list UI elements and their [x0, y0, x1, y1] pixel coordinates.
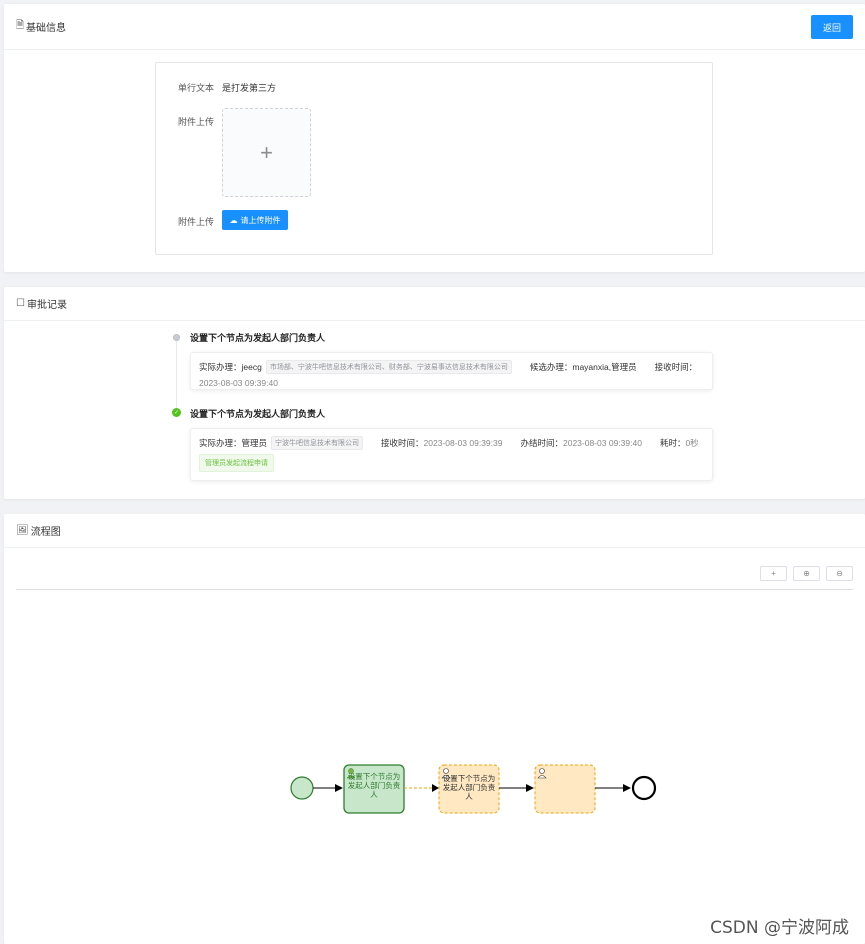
back-button[interactable]: 返回	[811, 15, 853, 39]
dept-tag: 市场部、宁波牛吧信息技术有限公司、财务部、宁波易事达信息技术有限公司	[265, 360, 512, 374]
document-icon: 🗎	[16, 20, 25, 31]
form-box: 单行文本 是打发第三方 附件上传 + 附件上传 ☁ 请上传附件	[155, 62, 713, 255]
timeline-row: 实际办理： 管理员 宁波牛吧信息技术有限公司 接收时间： 2023-08-03 …	[199, 436, 699, 450]
dept-tag: 宁波牛吧信息技术有限公司	[271, 436, 364, 450]
upload-attachment-button[interactable]: ☁ 请上传附件	[222, 210, 288, 230]
basic-info-card: 🗎 基础信息 返回 单行文本 是打发第三方 附件上传 + 附件上传 ☁ 请上传附…	[4, 4, 865, 272]
plus-icon: +	[260, 139, 273, 165]
text-field-label: 单行文本	[177, 83, 214, 93]
bpmn-diagram: 设置下个节点为发起人部门负责人 设置下个节点为发起人部门负责人	[290, 764, 657, 814]
cloud-upload-icon: ☁	[229, 215, 238, 225]
approval-record-card: ☐ 审批记录 ✓ 设置下个节点为发起人部门负责人 实际办理： jeecg 市场部…	[4, 287, 865, 499]
start-event	[290, 776, 314, 800]
task-node-label: 设置下个节点为发起人部门负责人	[347, 772, 401, 799]
timeline-item-title: 设置下个节点为发起人部门负责人	[190, 409, 326, 419]
text-field-value: 是打发第三方	[222, 83, 277, 93]
upload-button-label: 请上传附件	[240, 215, 281, 225]
upload-field-label: 附件上传	[177, 117, 214, 127]
square-icon: ☐	[16, 298, 25, 309]
timeline-item-card: 实际办理： jeecg 市场部、宁波牛吧信息技术有限公司、财务部、宁波易事达信息…	[190, 352, 713, 390]
timeline-item-card: 实际办理： 管理员 宁波牛吧信息技术有限公司 接收时间： 2023-08-03 …	[190, 428, 713, 481]
watermark: CSDN @宁波阿成	[710, 918, 849, 938]
timeline-row: 实际办理： jeecg 市场部、宁波牛吧信息技术有限公司、财务部、宁波易事达信息…	[199, 360, 698, 374]
approval-title: 审批记录	[26, 300, 67, 311]
end-event	[631, 775, 657, 801]
image-upload-box[interactable]: +	[222, 108, 311, 197]
comment-tag: 管理员发起流程申请	[199, 454, 274, 472]
check-circle-icon: ✓	[172, 408, 181, 417]
basic-info-title: 基础信息	[26, 23, 67, 34]
flow-chart-card: 🖼 流程图 + ⊕ ⊖ 设置下个节点为发起人部门负责人 设置下个节点为发起人部门…	[4, 514, 865, 944]
timeline-dot-pending	[173, 334, 180, 341]
timeline-row: 2023-08-03 09:39:40	[199, 378, 278, 388]
attachment-field-label: 附件上传	[177, 217, 214, 227]
timeline-item-title: 设置下个节点为发起人部门负责人	[190, 333, 326, 343]
task-node-label: 设置下个节点为发起人部门负责人	[442, 774, 496, 801]
basic-info-header: 🗎 基础信息	[4, 4, 865, 50]
approval-header: ☐ 审批记录	[4, 287, 865, 321]
timeline-line	[176, 337, 177, 411]
